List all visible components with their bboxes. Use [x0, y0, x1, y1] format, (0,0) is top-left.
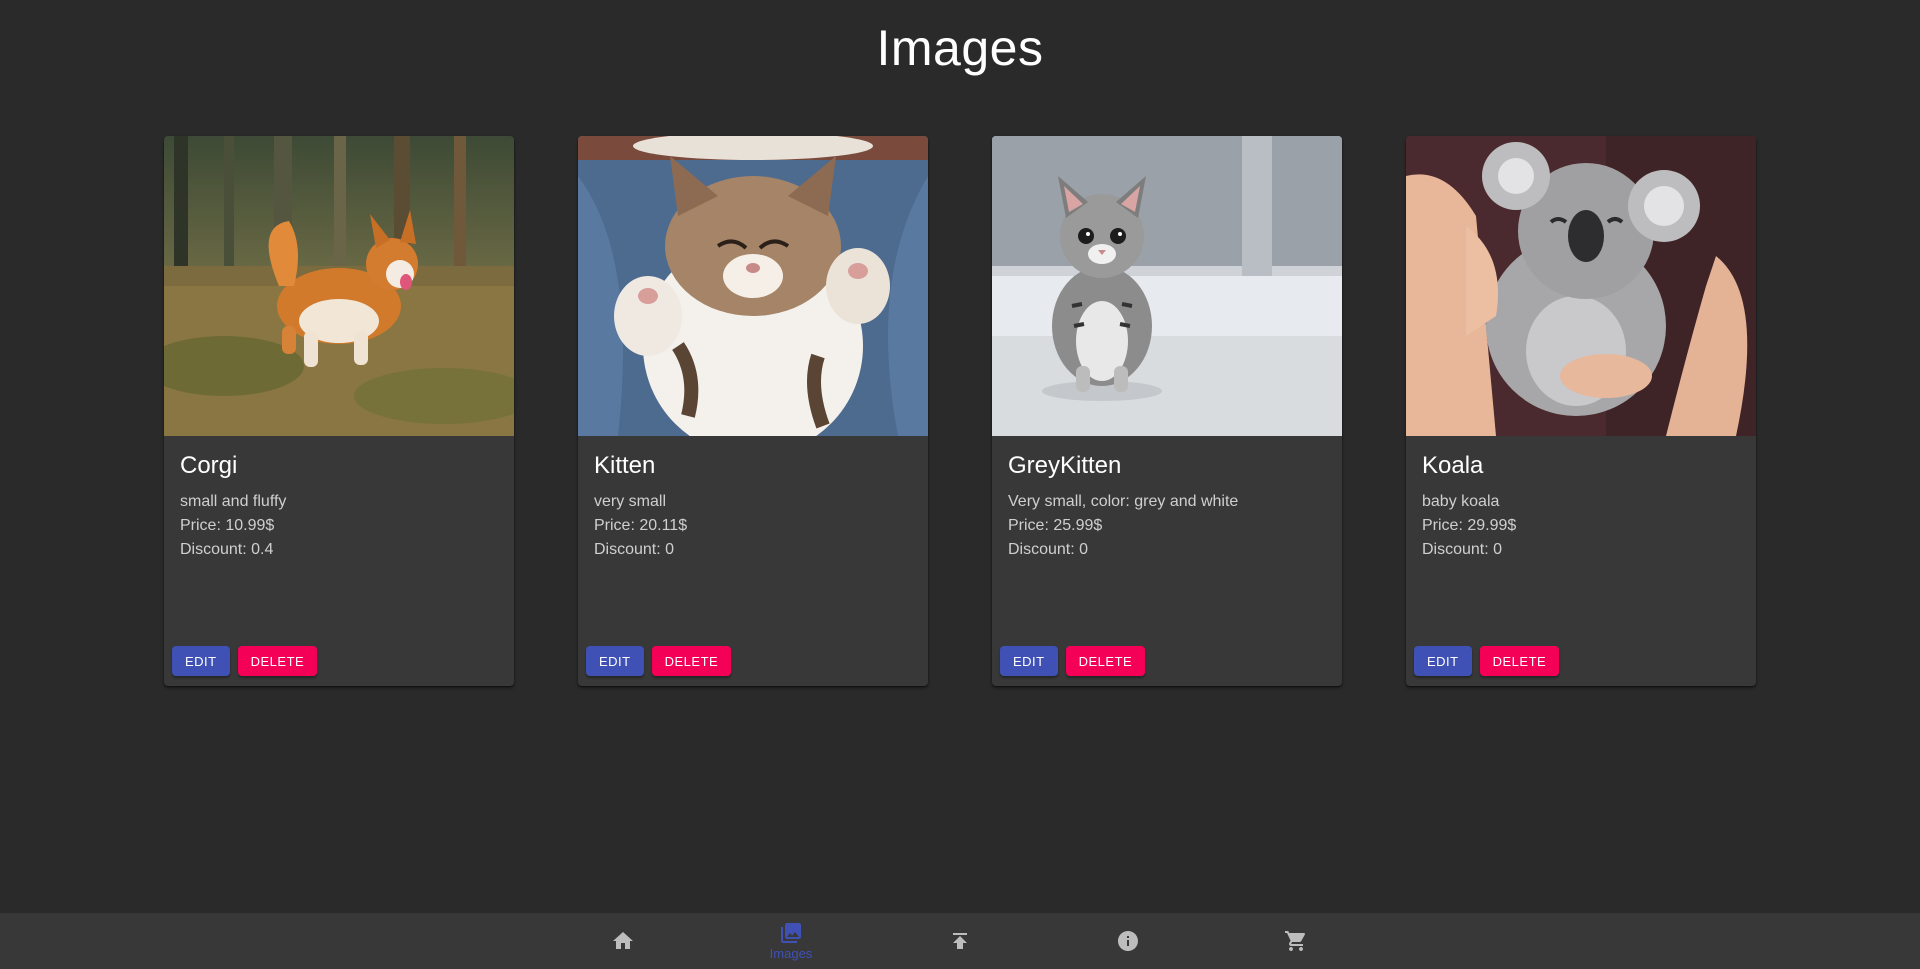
card-discount: Discount: 0	[594, 541, 675, 558]
card-price: Price: 25.99$	[1008, 517, 1103, 534]
koala-image[interactable]	[1406, 136, 1756, 436]
product-card: Corgi small and fluffy Price: 10.99$ Dis…	[164, 136, 514, 686]
nav-images[interactable]: Images	[751, 913, 831, 969]
nav-images-label: Images	[769, 945, 813, 961]
edit-button[interactable]: EDIT	[1414, 646, 1472, 676]
card-grid: Corgi small and fluffy Price: 10.99$ Dis…	[164, 136, 1756, 686]
card-title: Kitten	[594, 452, 656, 479]
corgi-image[interactable]	[164, 136, 514, 436]
card-actions: EDIT DELETE	[172, 646, 318, 676]
info-icon	[1118, 931, 1138, 951]
grey-kitten-image[interactable]	[992, 136, 1342, 436]
delete-button[interactable]: DELETE	[651, 646, 732, 676]
card-description: Very small, color: grey and white	[1008, 493, 1239, 510]
card-actions: EDIT DELETE	[1000, 646, 1146, 676]
card-title: Koala	[1422, 452, 1484, 479]
card-description: baby koala	[1422, 493, 1500, 510]
nav-home[interactable]	[583, 913, 663, 969]
product-card: GreyKitten Very small, color: grey and w…	[992, 136, 1342, 686]
card-title: Corgi	[180, 452, 238, 479]
edit-button[interactable]: EDIT	[1000, 646, 1058, 676]
card-price: Price: 10.99$	[180, 517, 275, 534]
nav-info[interactable]	[1088, 913, 1168, 969]
card-actions: EDIT DELETE	[586, 646, 732, 676]
kitten-image[interactable]	[578, 136, 928, 436]
cart-icon	[1285, 931, 1306, 951]
delete-button[interactable]: DELETE	[237, 646, 318, 676]
card-price: Price: 20.11$	[594, 517, 688, 534]
card-price: Price: 29.99$	[1422, 517, 1517, 534]
bottom-navigation: Images	[0, 913, 1920, 969]
page-title: Images	[876, 20, 1044, 76]
card-discount: Discount: 0	[1422, 541, 1503, 558]
edit-button[interactable]: EDIT	[172, 646, 230, 676]
card-title: GreyKitten	[1008, 452, 1122, 479]
edit-button[interactable]: EDIT	[586, 646, 644, 676]
home-icon	[613, 932, 633, 949]
delete-button[interactable]: DELETE	[1479, 646, 1560, 676]
images-page: Images Corgi small and fluffy Price: 10.…	[0, 0, 1920, 969]
card-discount: Discount: 0	[1008, 541, 1089, 558]
nav-cart[interactable]	[1256, 913, 1336, 969]
product-card: Koala baby koala Price: 29.99$ Discount:…	[1406, 136, 1756, 686]
upload-icon	[953, 933, 967, 949]
photo-library-icon	[781, 922, 801, 943]
card-actions: EDIT DELETE	[1414, 646, 1560, 676]
delete-button[interactable]: DELETE	[1065, 646, 1146, 676]
product-card: Kitten very small Price: 20.11$ Discount…	[578, 136, 928, 686]
card-description: small and fluffy	[180, 493, 287, 510]
card-description: very small	[594, 493, 667, 510]
card-discount: Discount: 0.4	[180, 541, 274, 558]
nav-upload[interactable]	[920, 913, 1000, 969]
